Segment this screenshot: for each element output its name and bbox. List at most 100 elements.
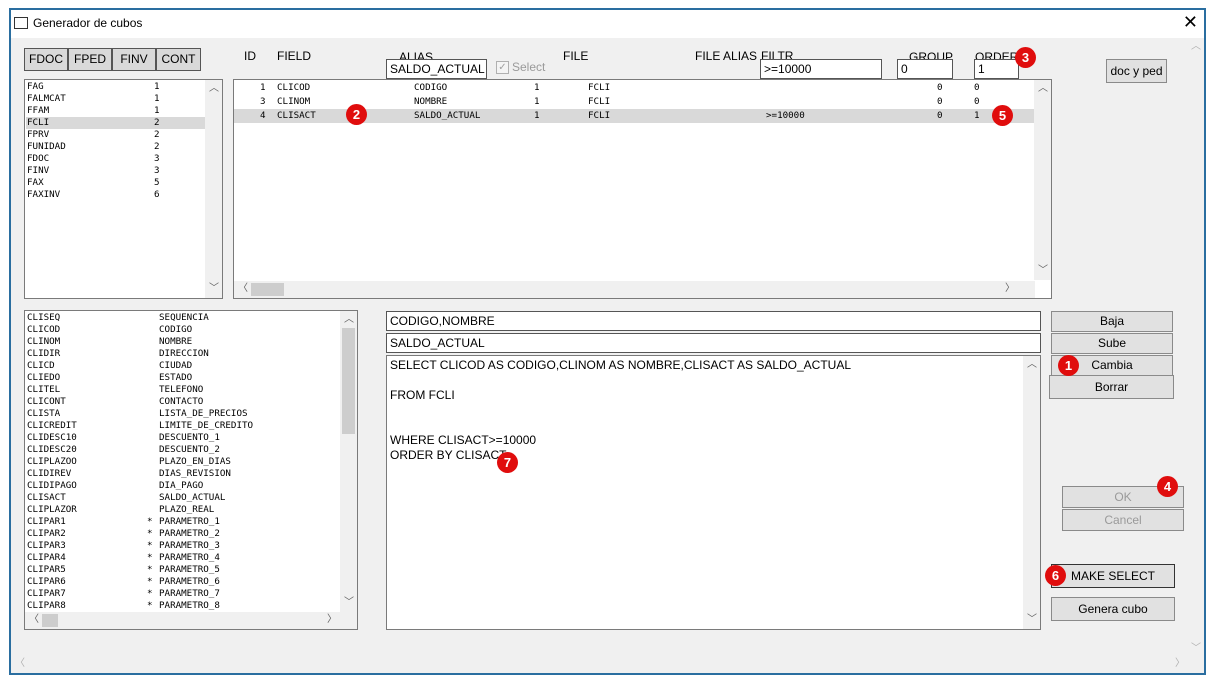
sube-button[interactable]: Sube	[1051, 333, 1173, 354]
list-item[interactable]: CLICREDIT LIMITE_DE_CREDITO	[26, 420, 340, 432]
list-item[interactable]: CLIPAR8 * PARAMETRO_8	[26, 600, 340, 612]
list-item[interactable]: CLIDIREV DIAS_REVISION	[26, 468, 340, 480]
list-item[interactable]: CLIPAR4 * PARAMETRO_4	[26, 552, 340, 564]
tab-fdoc[interactable]: FDOC	[24, 48, 68, 71]
field-list-hscrollbar[interactable]: 〈 〉	[25, 612, 357, 629]
list-item[interactable]: CLIPAR2 * PARAMETRO_2	[26, 528, 340, 540]
cell-id: 3	[260, 96, 266, 107]
list-item[interactable]: CLIEDO ESTADO	[26, 372, 340, 384]
sql-textarea[interactable]: SELECT CLICOD AS CODIGO,CLINOM AS NOMBRE…	[386, 355, 1041, 630]
list-item[interactable]: CLIDESC10 DESCUENTO_1	[26, 432, 340, 444]
scroll-down-icon[interactable]: ﹀	[1038, 266, 1048, 276]
scroll-left-icon[interactable]: 〈	[15, 659, 25, 669]
list-item[interactable]: CLIPLAZOR PLAZO_REAL	[26, 504, 340, 516]
list-item[interactable]: FDOC 3	[26, 153, 206, 165]
cell-file: FCLI	[588, 82, 611, 93]
list-item[interactable]: CLIPAR3 * PARAMETRO_3	[26, 540, 340, 552]
list-item[interactable]: CLICONT CONTACTO	[26, 396, 340, 408]
scroll-down-icon[interactable]: ﹀	[344, 598, 354, 608]
genera-cubo-button[interactable]: Genera cubo	[1051, 597, 1175, 621]
select-checkbox[interactable]: ✓	[496, 61, 509, 74]
list-item[interactable]: CLIPAR1 * PARAMETRO_1	[26, 516, 340, 528]
header-field: FIELD	[277, 49, 312, 63]
baja-button[interactable]: Baja	[1051, 311, 1173, 332]
scroll-down-icon[interactable]: ﹀	[1027, 615, 1037, 625]
field-desc: DESCUENTO_1	[159, 432, 220, 443]
scroll-up-icon[interactable]: ︿	[1038, 84, 1048, 94]
list-item[interactable]: CLIDIR DIRECCION	[26, 348, 340, 360]
scroll-right-icon[interactable]: 〉	[327, 615, 337, 625]
make-select-button[interactable]: MAKE SELECT	[1051, 564, 1175, 588]
borrar-button[interactable]: Borrar	[1049, 375, 1174, 399]
list-item[interactable]: CLIDIPAGO DIA_PAGO	[26, 480, 340, 492]
scroll-thumb[interactable]	[342, 328, 355, 434]
scroll-up-icon[interactable]: ︿	[1191, 42, 1201, 52]
group-input[interactable]: 0	[897, 59, 953, 79]
field-desc: NOMBRE	[159, 336, 193, 347]
order-fields-input[interactable]: SALDO_ACTUAL	[386, 333, 1041, 353]
tab-fped[interactable]: FPED	[68, 48, 112, 71]
list-item[interactable]: FCLI 2	[26, 117, 206, 129]
list-item[interactable]: CLICOD CODIGO	[26, 324, 340, 336]
list-item[interactable]: CLIPAR7 * PARAMETRO_7	[26, 588, 340, 600]
list-item[interactable]: CLISTA LISTA_DE_PRECIOS	[26, 408, 340, 420]
list-item[interactable]: CLIPLAZOO PLAZO_EN_DIAS	[26, 456, 340, 468]
sql-scrollbar[interactable]: ︿ ﹀	[1023, 356, 1040, 629]
field-code: CLINOM	[27, 336, 61, 347]
scroll-up-icon[interactable]: ︿	[1027, 360, 1037, 370]
file-list-scrollbar[interactable]: ︿ ﹀	[205, 80, 222, 298]
field-code: CLIPAR7	[27, 588, 66, 599]
scroll-thumb[interactable]	[251, 283, 284, 296]
close-icon[interactable]: ✕	[1183, 12, 1198, 32]
group-fields-input[interactable]: CODIGO,NOMBRE	[386, 311, 1041, 331]
scroll-up-icon[interactable]: ︿	[344, 315, 354, 325]
table-row[interactable]: 1 CLICOD CODIGO 1 FCLI 0 0	[234, 81, 1034, 95]
list-item[interactable]: CLISACT SALDO_ACTUAL	[26, 492, 340, 504]
list-item[interactable]: CLIDESC20 DESCUENTO_2	[26, 444, 340, 456]
file-name: FFAM	[27, 105, 50, 116]
file-name: FAX	[27, 177, 44, 188]
scroll-right-icon[interactable]: 〉	[1005, 284, 1015, 294]
doc-ped-button[interactable]: doc y ped	[1106, 59, 1167, 83]
list-item[interactable]: FALMCAT 1	[26, 93, 206, 105]
list-item[interactable]: CLITEL TELEFONO	[26, 384, 340, 396]
list-item[interactable]: FAXINV 6	[26, 189, 206, 201]
scroll-left-icon[interactable]: 〈	[238, 284, 248, 294]
list-item[interactable]: FINV 3	[26, 165, 206, 177]
sql-where-line: WHERE CLISACT>=10000	[390, 433, 537, 447]
field-code: CLICOD	[27, 324, 61, 335]
tab-finv[interactable]: FINV	[112, 48, 156, 71]
cell-sel: 1	[534, 82, 540, 93]
tab-cont[interactable]: CONT	[156, 48, 201, 71]
list-item[interactable]: FAX 5	[26, 177, 206, 189]
cell-file: FCLI	[588, 96, 611, 107]
alias-input[interactable]: SALDO_ACTUAL	[386, 59, 487, 79]
filtr-input[interactable]: >=10000	[760, 59, 882, 79]
list-item[interactable]: CLICD CIUDAD	[26, 360, 340, 372]
list-item[interactable]: FUNIDAD 2	[26, 141, 206, 153]
list-item[interactable]: CLIPAR5 * PARAMETRO_5	[26, 564, 340, 576]
list-item[interactable]: FAG 1	[26, 81, 206, 93]
scroll-up-icon[interactable]: ︿	[209, 84, 219, 94]
window-hscrollbar[interactable]: 〈 〉	[11, 656, 1189, 673]
grid-hscrollbar[interactable]: 〈 〉	[234, 281, 1035, 298]
list-item[interactable]: CLIPAR6 * PARAMETRO_6	[26, 576, 340, 588]
list-item[interactable]: FFAM 1	[26, 105, 206, 117]
grid-vscrollbar[interactable]: ︿ ﹀	[1034, 80, 1051, 280]
order-input[interactable]: 1	[974, 59, 1019, 79]
scroll-down-icon[interactable]: ﹀	[1191, 644, 1201, 654]
field-desc: DESCUENTO_2	[159, 444, 220, 455]
cancel-button[interactable]: Cancel	[1062, 509, 1184, 531]
field-mark: *	[147, 564, 153, 575]
field-code: CLIPLAZOO	[27, 456, 77, 467]
scroll-down-icon[interactable]: ﹀	[209, 284, 219, 294]
field-desc: DIA_PAGO	[159, 480, 204, 491]
list-item[interactable]: FPRV 2	[26, 129, 206, 141]
list-item[interactable]: CLISEQ SEQUENCIA	[26, 312, 340, 324]
window-vscrollbar[interactable]: ︿ ﹀	[1187, 38, 1204, 658]
field-list-vscrollbar[interactable]: ︿ ﹀	[340, 311, 357, 612]
list-item[interactable]: CLINOM NOMBRE	[26, 336, 340, 348]
scroll-thumb[interactable]	[42, 614, 58, 627]
scroll-left-icon[interactable]: 〈	[29, 615, 39, 625]
scroll-right-icon[interactable]: 〉	[1175, 659, 1185, 669]
